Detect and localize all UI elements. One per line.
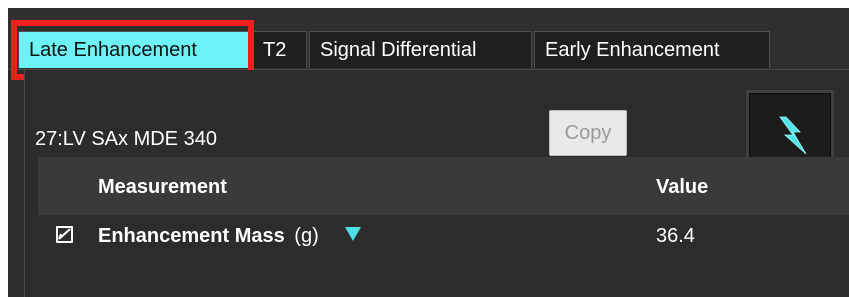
triangle-down-icon[interactable] — [344, 226, 362, 242]
tab-signal-differential[interactable]: Signal Differential — [309, 31, 532, 68]
measurement-checkbox[interactable] — [56, 226, 73, 243]
tab-late-enhancement[interactable]: Late Enhancement — [18, 31, 249, 68]
late-enhancement-panel: Late Enhancement T2 Signal Differential … — [8, 8, 849, 297]
measurement-column-header: Measurement — [98, 176, 227, 198]
measurement-table-header: Measurement Value — [38, 157, 849, 215]
series-label: 27:LV SAx MDE 340 — [35, 128, 217, 150]
enhancement-mass-value: 36.4 — [656, 225, 695, 247]
tab-bar: Late Enhancement T2 Signal Differential … — [8, 8, 849, 70]
value-column-header: Value — [656, 176, 709, 198]
measurement-unit: (g) — [294, 225, 319, 247]
measurement-name: Enhancement Mass — [98, 225, 285, 247]
enhancement-mass-label: Enhancement Mass (g) — [98, 224, 319, 248]
copy-button[interactable]: Copy — [549, 110, 627, 156]
tab-t2[interactable]: T2 — [252, 31, 307, 68]
lightning-icon — [779, 116, 807, 155]
checkmark-icon — [58, 228, 71, 240]
table-row[interactable]: Enhancement Mass (g) 36.4 — [38, 215, 849, 253]
tab-early-enhancement[interactable]: Early Enhancement — [534, 31, 770, 68]
